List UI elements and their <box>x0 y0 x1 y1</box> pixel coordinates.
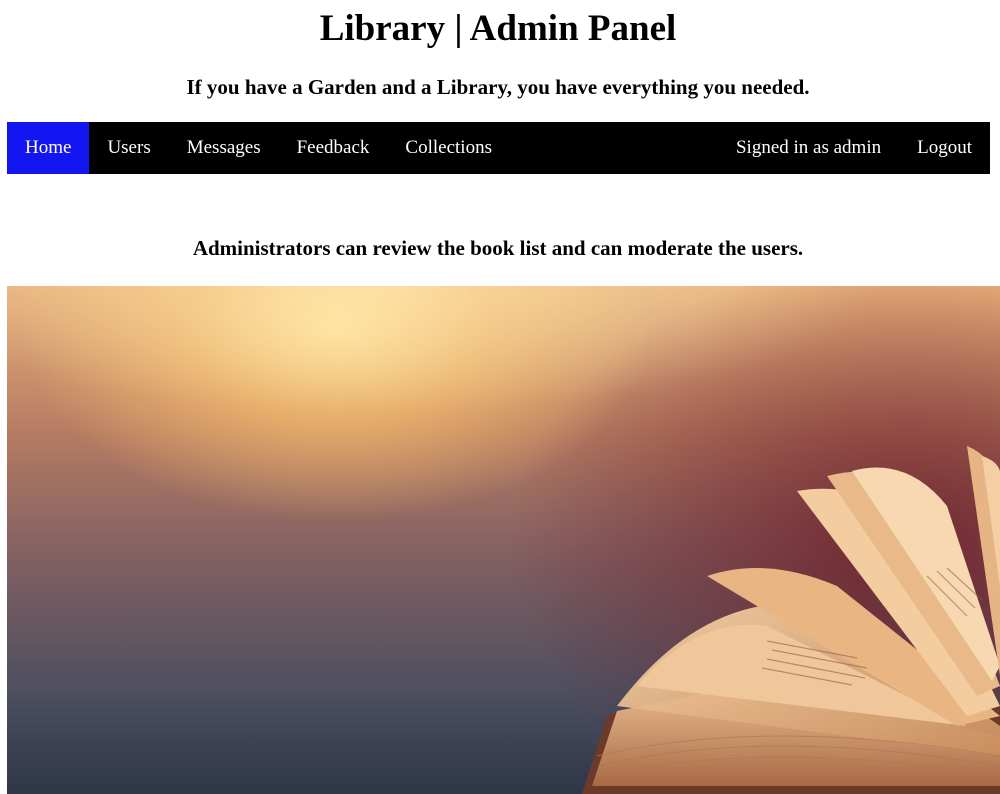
page: Library | Admin Panel If you have a Gard… <box>0 0 1000 794</box>
hero-book-image <box>7 286 1000 794</box>
open-book-illustration <box>582 446 1000 794</box>
main-navbar: Home Users Messages Feedback Collections… <box>7 122 990 174</box>
admin-intro-text: Administrators can review the book list … <box>192 236 804 260</box>
site-title: Library | Admin Panel <box>319 8 677 49</box>
nav-feedback[interactable]: Feedback <box>279 122 388 174</box>
nav-collections[interactable]: Collections <box>387 122 510 174</box>
nav-messages[interactable]: Messages <box>169 122 279 174</box>
nav-logout[interactable]: Logout <box>899 122 990 174</box>
site-tagline: If you have a Garden and a Library, you … <box>186 75 810 99</box>
nav-home[interactable]: Home <box>7 122 90 174</box>
nav-users[interactable]: Users <box>89 122 168 174</box>
nav-signed-in-as[interactable]: Signed in as admin <box>718 122 899 174</box>
nav-spacer <box>510 122 718 174</box>
